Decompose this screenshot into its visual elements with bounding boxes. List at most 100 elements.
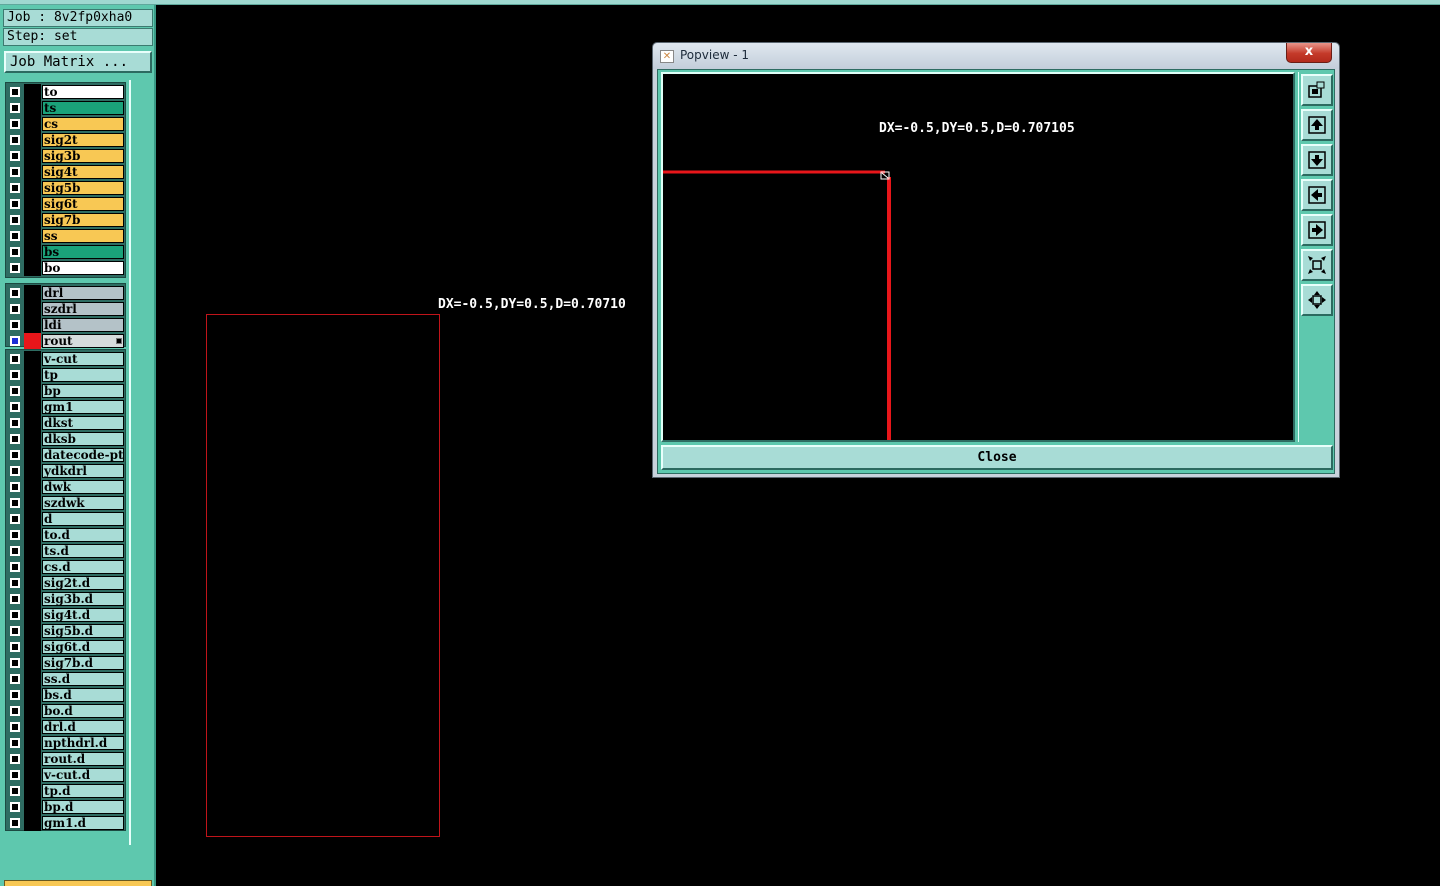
layer-color-swatch[interactable] bbox=[24, 815, 41, 831]
layer-color-swatch[interactable] bbox=[24, 196, 41, 212]
layer-row-dkst[interactable]: dkst bbox=[6, 415, 125, 431]
layer-row-gm1[interactable]: gm1 bbox=[6, 399, 125, 415]
layer-color-swatch[interactable] bbox=[24, 799, 41, 815]
layer-name[interactable]: cs.d bbox=[42, 560, 124, 574]
pan-right-icon[interactable] bbox=[1301, 214, 1333, 246]
layer-checkbox[interactable] bbox=[10, 706, 20, 716]
layer-row-sig6t.d[interactable]: sig6t.d bbox=[6, 639, 125, 655]
layer-row-bo.d[interactable]: bo.d bbox=[6, 703, 125, 719]
layer-checkbox[interactable] bbox=[10, 87, 20, 97]
layer-color-swatch[interactable] bbox=[24, 639, 41, 655]
layer-color-swatch[interactable] bbox=[24, 559, 41, 575]
layer-checkbox[interactable] bbox=[10, 418, 20, 428]
layer-color-swatch[interactable] bbox=[24, 164, 41, 180]
layer-checkbox[interactable] bbox=[10, 151, 20, 161]
layer-color-swatch[interactable] bbox=[24, 591, 41, 607]
layer-color-swatch[interactable] bbox=[24, 767, 41, 783]
layer-checkbox[interactable] bbox=[10, 263, 20, 273]
layer-row-sig3b.d[interactable]: sig3b.d bbox=[6, 591, 125, 607]
zoom-in-icon[interactable] bbox=[1301, 284, 1333, 316]
layer-checkbox[interactable] bbox=[10, 658, 20, 668]
layer-checkbox[interactable] bbox=[10, 626, 20, 636]
popview-close-button[interactable]: Close bbox=[661, 445, 1333, 470]
layer-row-drl.d[interactable]: drl.d bbox=[6, 719, 125, 735]
layer-row-sig6t[interactable]: sig6t bbox=[6, 196, 125, 212]
layer-row-cs[interactable]: cs bbox=[6, 116, 125, 132]
layer-checkbox[interactable] bbox=[10, 498, 20, 508]
layer-color-swatch[interactable] bbox=[24, 228, 41, 244]
layer-name[interactable]: rout bbox=[42, 334, 124, 348]
layer-name[interactable]: bo bbox=[42, 261, 124, 275]
layer-checkbox[interactable] bbox=[10, 562, 20, 572]
layer-name[interactable]: bp bbox=[42, 384, 124, 398]
layer-row-ldi[interactable]: ldi bbox=[6, 317, 125, 333]
layer-row-dksb[interactable]: dksb bbox=[6, 431, 125, 447]
layer-name[interactable]: ydkdrl bbox=[42, 464, 124, 478]
layer-row-ss[interactable]: ss bbox=[6, 228, 125, 244]
layer-row-datecode-ptc[interactable]: datecode-ptc bbox=[6, 447, 125, 463]
layer-name[interactable]: bp.d bbox=[42, 800, 124, 814]
layer-row-drl[interactable]: drl bbox=[6, 285, 125, 301]
layer-checkbox[interactable] bbox=[10, 754, 20, 764]
layer-row-sig5b[interactable]: sig5b bbox=[6, 180, 125, 196]
layer-name[interactable]: v-cut bbox=[42, 352, 124, 366]
zoom-out-icon[interactable] bbox=[1301, 249, 1333, 281]
layer-color-swatch[interactable] bbox=[24, 751, 41, 767]
layer-color-swatch[interactable] bbox=[24, 671, 41, 687]
layer-checkbox[interactable] bbox=[10, 674, 20, 684]
layer-row-v-cut.d[interactable]: v-cut.d bbox=[6, 767, 125, 783]
layer-color-swatch[interactable] bbox=[24, 511, 41, 527]
layer-row-bo[interactable]: bo bbox=[6, 260, 125, 276]
layer-color-swatch[interactable] bbox=[24, 399, 41, 415]
layer-name[interactable]: dwk bbox=[42, 480, 124, 494]
layer-checkbox[interactable] bbox=[10, 578, 20, 588]
layer-row-sig2t[interactable]: sig2t bbox=[6, 132, 125, 148]
layer-row-npthdrl.d[interactable]: npthdrl.d bbox=[6, 735, 125, 751]
layer-row-sig5b.d[interactable]: sig5b.d bbox=[6, 623, 125, 639]
layer-color-swatch[interactable] bbox=[24, 132, 41, 148]
layer-checkbox[interactable] bbox=[10, 610, 20, 620]
layer-row-sig7b[interactable]: sig7b bbox=[6, 212, 125, 228]
layer-name[interactable]: bs.d bbox=[42, 688, 124, 702]
layer-color-swatch[interactable] bbox=[24, 655, 41, 671]
pan-left-icon[interactable] bbox=[1301, 179, 1333, 211]
layer-name[interactable]: sig4t.d bbox=[42, 608, 124, 622]
window-close-button[interactable]: x bbox=[1286, 43, 1332, 63]
layer-name[interactable]: gm1 bbox=[42, 400, 124, 414]
layer-checkbox[interactable] bbox=[10, 231, 20, 241]
layer-row-v-cut[interactable]: v-cut bbox=[6, 351, 125, 367]
layer-color-swatch[interactable] bbox=[24, 463, 41, 479]
layer-checkbox[interactable] bbox=[10, 199, 20, 209]
layer-name[interactable]: tp bbox=[42, 368, 124, 382]
layer-row-szdrl[interactable]: szdrl bbox=[6, 301, 125, 317]
layer-checkbox[interactable] bbox=[10, 402, 20, 412]
layer-checkbox[interactable] bbox=[10, 119, 20, 129]
layer-name[interactable]: ss.d bbox=[42, 672, 124, 686]
layer-row-tp[interactable]: tp bbox=[6, 367, 125, 383]
layer-checkbox[interactable] bbox=[10, 738, 20, 748]
job-matrix-button[interactable]: Job Matrix ... bbox=[4, 51, 152, 73]
layer-name[interactable]: sig6t bbox=[42, 197, 124, 211]
layer-color-swatch[interactable] bbox=[24, 84, 41, 100]
layer-color-swatch[interactable] bbox=[24, 100, 41, 116]
layer-color-swatch[interactable] bbox=[24, 333, 41, 349]
layer-name[interactable]: sig3b bbox=[42, 149, 124, 163]
layer-checkbox[interactable] bbox=[10, 215, 20, 225]
layer-checkbox[interactable] bbox=[10, 722, 20, 732]
layer-row-rout[interactable]: rout bbox=[6, 333, 125, 349]
layer-color-swatch[interactable] bbox=[24, 623, 41, 639]
panel-scroll-strip[interactable] bbox=[129, 80, 154, 845]
layer-name[interactable]: npthdrl.d bbox=[42, 736, 124, 750]
pan-up-icon[interactable] bbox=[1301, 109, 1333, 141]
layer-name[interactable]: sig7b bbox=[42, 213, 124, 227]
layer-name[interactable]: d bbox=[42, 512, 124, 526]
layer-checkbox[interactable] bbox=[10, 386, 20, 396]
layer-name[interactable]: sig3b.d bbox=[42, 592, 124, 606]
layer-color-swatch[interactable] bbox=[24, 212, 41, 228]
layer-row-bp[interactable]: bp bbox=[6, 383, 125, 399]
layer-row-cs.d[interactable]: cs.d bbox=[6, 559, 125, 575]
layer-row-d[interactable]: d bbox=[6, 511, 125, 527]
layer-color-swatch[interactable] bbox=[24, 431, 41, 447]
layer-color-swatch[interactable] bbox=[24, 783, 41, 799]
layer-color-swatch[interactable] bbox=[24, 607, 41, 623]
